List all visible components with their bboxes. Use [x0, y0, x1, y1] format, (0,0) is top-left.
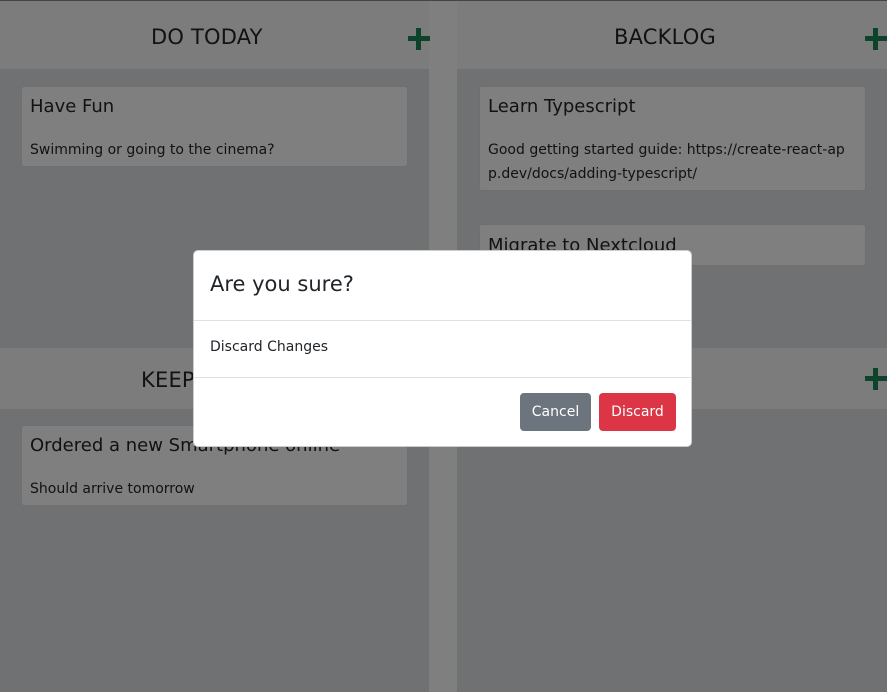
- dialog-body: Discard Changes: [194, 320, 691, 378]
- cancel-button[interactable]: Cancel: [520, 393, 591, 431]
- confirm-dialog: Are you sure? Discard Changes Cancel Dis…: [193, 250, 692, 447]
- kanban-board: DO TODAY Have Fun Swimming or going to t…: [0, 0, 887, 692]
- discard-button[interactable]: Discard: [599, 393, 676, 431]
- dialog-title: Are you sure?: [210, 272, 354, 296]
- dialog-message: Discard Changes: [210, 339, 328, 355]
- dialog-header: Are you sure?: [194, 251, 691, 321]
